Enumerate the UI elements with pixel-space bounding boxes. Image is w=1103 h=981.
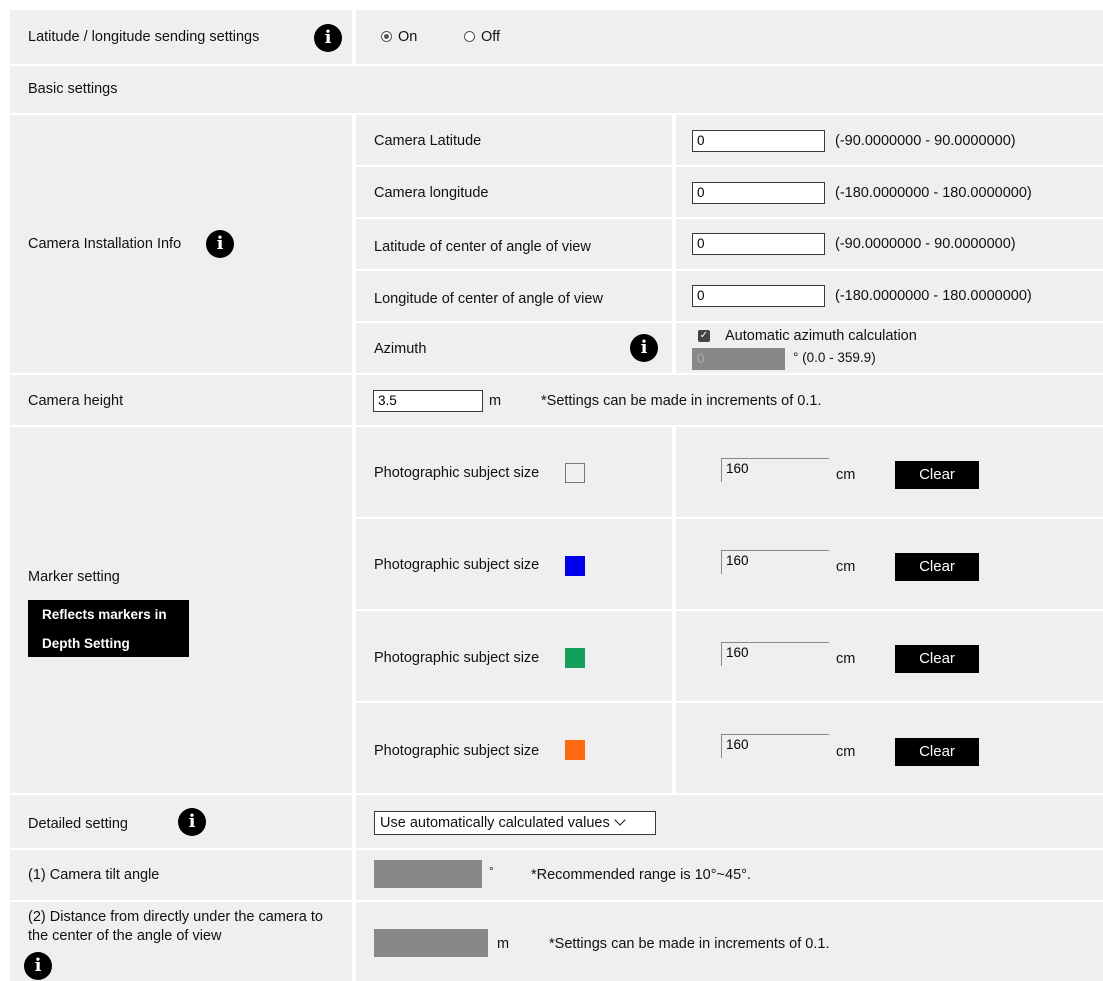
camera-height-input[interactable]: 3.5 xyxy=(373,390,483,412)
info-icon[interactable]: i xyxy=(206,230,234,258)
radio-off[interactable] xyxy=(464,31,475,42)
subject-size-input[interactable]: 160 xyxy=(721,642,829,666)
camera-height-unit: m xyxy=(489,393,502,409)
detailed-setting-select[interactable]: Use automatically calculated values xyxy=(374,811,656,835)
reflect-markers-line1: Reflects markers in xyxy=(42,607,167,622)
info-icon[interactable]: i xyxy=(314,24,342,52)
center-latitude-label: Latitude of center of angle of view xyxy=(374,239,591,255)
marker-color-swatch[interactable] xyxy=(565,556,585,576)
clear-button[interactable]: Clear xyxy=(895,553,979,581)
subject-size-input[interactable]: 160 xyxy=(721,458,829,482)
auto-azimuth-checkbox[interactable]: ✓ xyxy=(698,330,710,342)
sending-settings-label: Latitude / longitude sending settings xyxy=(28,29,260,45)
chevron-down-icon xyxy=(614,814,626,826)
tilt-angle-input[interactable] xyxy=(374,860,482,888)
info-icon[interactable]: i xyxy=(630,334,658,362)
azimuth-input[interactable]: 0 xyxy=(692,348,785,370)
tilt-angle-note: *Recommended range is 10°~45°. xyxy=(531,867,751,883)
subject-size-label: Photographic subject size xyxy=(374,743,540,759)
azimuth-range-hint: ° (0.0 - 359.9) xyxy=(793,350,876,365)
subject-size-unit: cm xyxy=(836,467,856,483)
longitude-range-hint: (-180.0000000 - 180.0000000) xyxy=(835,185,1032,201)
camera-latitude-input[interactable]: 0 xyxy=(692,130,825,152)
subject-size-unit: cm xyxy=(836,559,856,575)
subject-size-input[interactable]: 160 xyxy=(721,550,829,574)
reflect-markers-button[interactable]: Reflects markers in Depth Setting xyxy=(28,600,189,657)
clear-button[interactable]: Clear xyxy=(895,461,979,489)
basic-settings-heading: Basic settings xyxy=(28,81,118,97)
center-latitude-input[interactable]: 0 xyxy=(692,233,825,255)
subject-size-label: Photographic subject size xyxy=(374,650,540,666)
detailed-setting-label: Detailed setting xyxy=(28,816,128,832)
info-icon[interactable]: i xyxy=(24,952,52,980)
distance-label-line2: the center of the angle of view xyxy=(28,928,222,944)
reflect-markers-line2: Depth Setting xyxy=(42,636,130,651)
latitude-range-hint: (-90.0000000 - 90.0000000) xyxy=(835,133,1016,149)
subject-size-label: Photographic subject size xyxy=(374,465,540,481)
radio-on[interactable] xyxy=(381,31,392,42)
subject-size-label: Photographic subject size xyxy=(374,557,540,573)
radio-on-label: On xyxy=(398,29,418,45)
subject-size-input[interactable]: 160 xyxy=(721,734,829,758)
subject-size-unit: cm xyxy=(836,744,856,760)
marker-color-swatch[interactable] xyxy=(565,648,585,668)
install-info-label: Camera Installation Info xyxy=(28,236,182,252)
detailed-setting-selected: Use automatically calculated values xyxy=(380,815,610,831)
camera-longitude-label: Camera longitude xyxy=(374,185,489,201)
info-icon[interactable]: i xyxy=(178,808,206,836)
distance-unit: m xyxy=(497,936,510,952)
camera-height-note: *Settings can be made in increments of 0… xyxy=(541,393,822,409)
subject-size-unit: cm xyxy=(836,651,856,667)
marker-color-swatch[interactable] xyxy=(565,740,585,760)
radio-off-label: Off xyxy=(481,29,501,45)
distance-label-line1: (2) Distance from directly under the cam… xyxy=(28,909,323,925)
camera-longitude-input[interactable]: 0 xyxy=(692,182,825,204)
clear-button[interactable]: Clear xyxy=(895,738,979,766)
distance-input[interactable] xyxy=(374,929,488,957)
marker-color-swatch[interactable] xyxy=(565,463,585,483)
clear-button[interactable]: Clear xyxy=(895,645,979,673)
azimuth-label: Azimuth xyxy=(374,341,427,357)
tilt-angle-label: (1) Camera tilt angle xyxy=(28,867,160,883)
distance-note: *Settings can be made in increments of 0… xyxy=(549,936,830,952)
camera-geo-settings-panel: Latitude / longitude sending settings i … xyxy=(0,0,1103,981)
camera-latitude-label: Camera Latitude xyxy=(374,133,482,149)
auto-azimuth-label: Automatic azimuth calculation xyxy=(725,328,917,344)
center-longitude-range-hint: (-180.0000000 - 180.0000000) xyxy=(835,288,1032,304)
center-longitude-label: Longitude of center of angle of view xyxy=(374,291,603,307)
marker-setting-label: Marker setting xyxy=(28,569,120,585)
center-latitude-range-hint: (-90.0000000 - 90.0000000) xyxy=(835,236,1016,252)
camera-height-label: Camera height xyxy=(28,393,124,409)
center-longitude-input[interactable]: 0 xyxy=(692,285,825,307)
tilt-angle-unit: ° xyxy=(489,864,494,878)
basic-settings-cell xyxy=(10,66,1103,113)
